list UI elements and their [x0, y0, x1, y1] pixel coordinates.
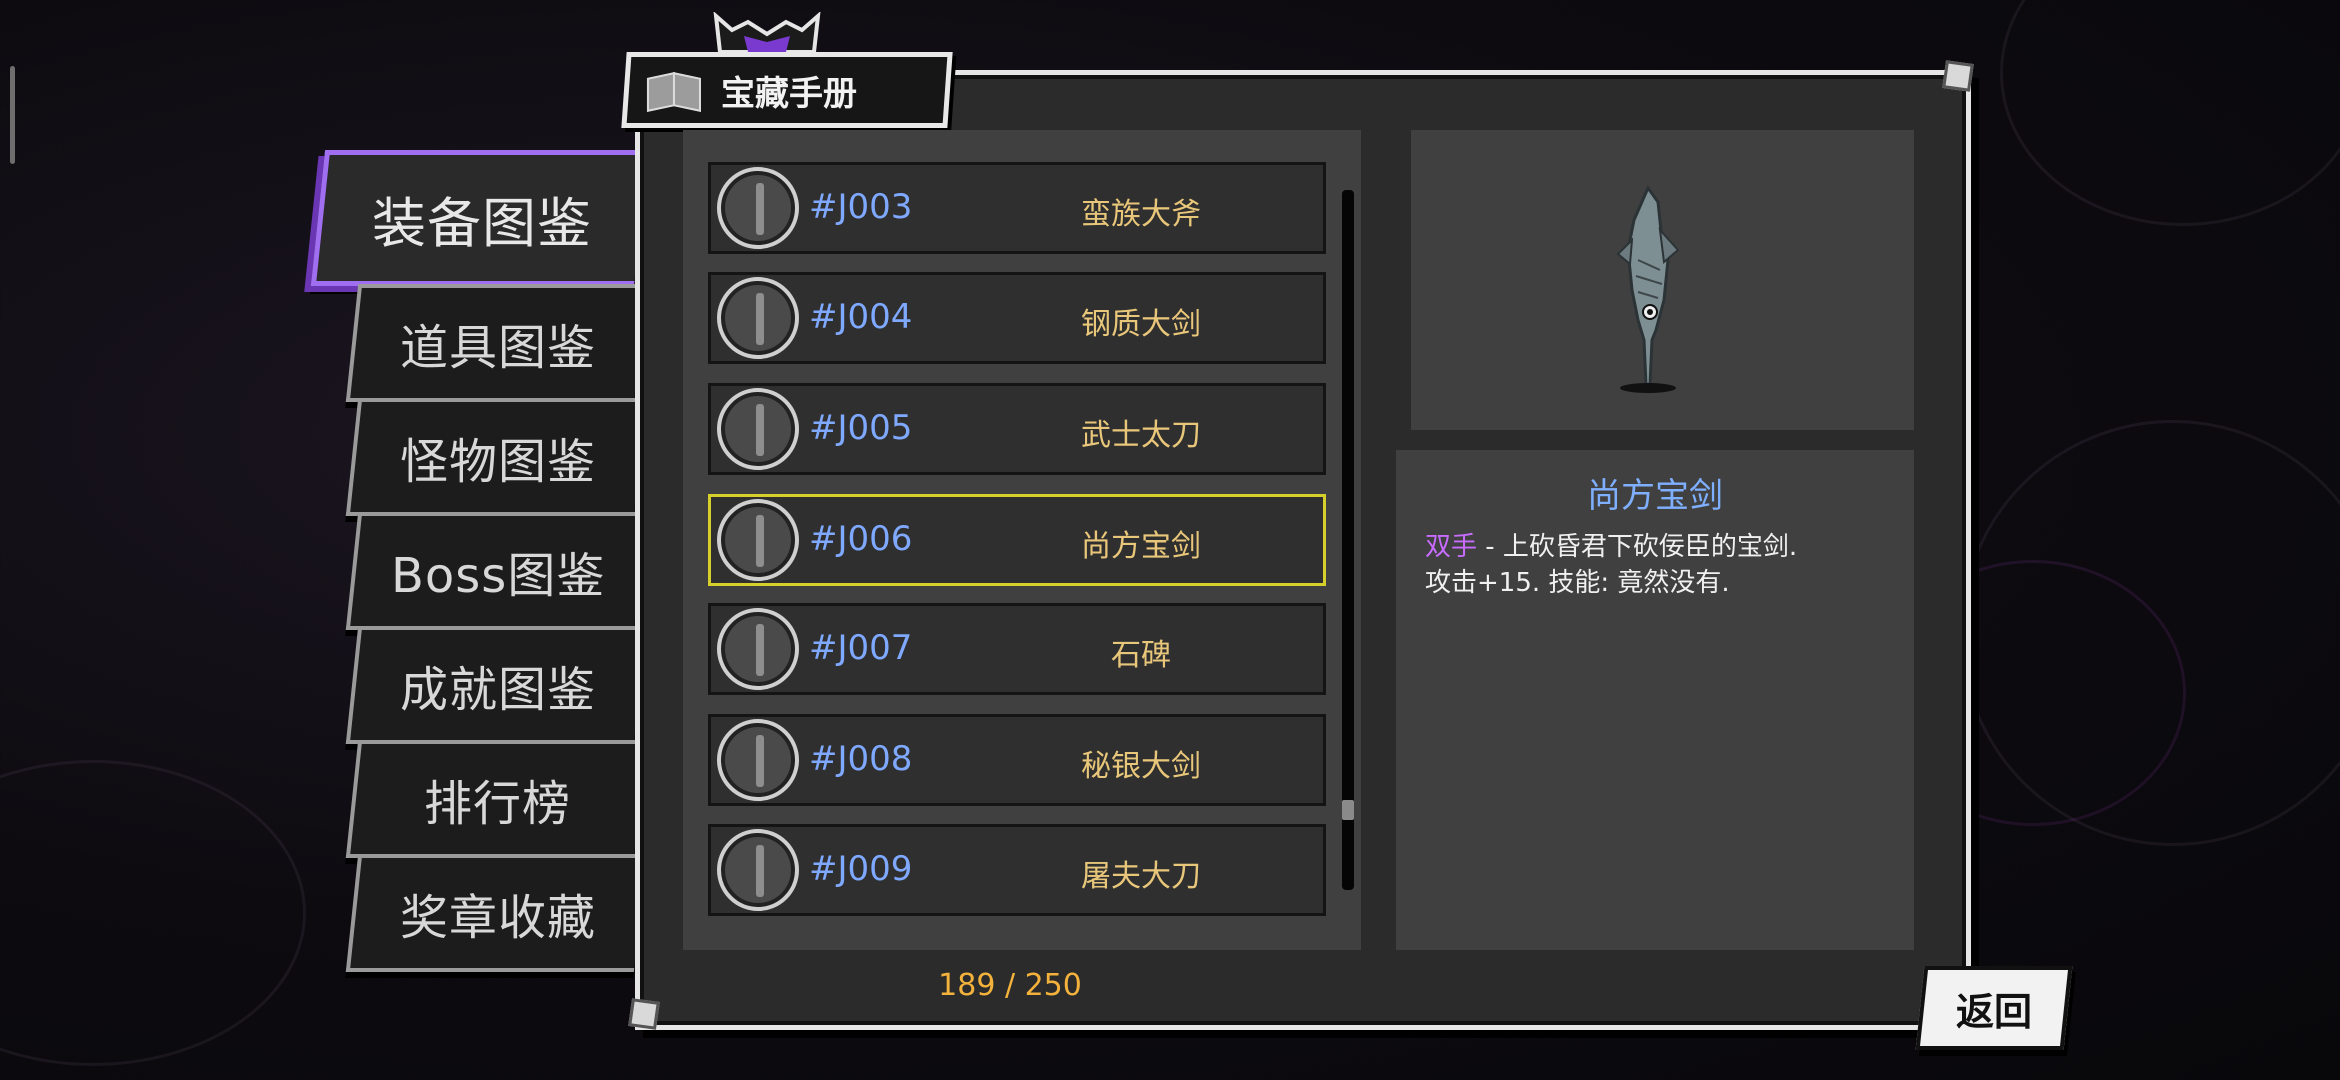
- tab-item-codex[interactable]: 道具图鉴: [345, 284, 647, 402]
- list-item-selected[interactable]: #J006 尚方宝剑: [708, 494, 1326, 586]
- sword-icon: [717, 719, 799, 801]
- list-item[interactable]: #J008 秘银大剑: [708, 714, 1326, 806]
- panel-title: 宝藏手册: [721, 73, 857, 114]
- list-scrollbar[interactable]: [1342, 190, 1354, 890]
- item-title: 尚方宝剑: [1587, 476, 1723, 516]
- title-tab: 宝藏手册: [621, 52, 953, 128]
- collection-counter: 189 / 250: [938, 968, 1082, 1003]
- item-description-line-2: 攻击+15. 技能: 竟然没有.: [1425, 568, 1730, 598]
- list-item[interactable]: #J005 武士太刀: [708, 383, 1326, 475]
- tab-achievement-codex[interactable]: 成就图鉴: [345, 626, 647, 744]
- tab-medal-collection[interactable]: 奖章收藏: [345, 854, 647, 972]
- fish-sword-icon: [717, 499, 799, 581]
- katana-icon: [717, 388, 799, 470]
- stone-tablet-icon: [717, 608, 799, 690]
- cleaver-icon: [717, 829, 799, 911]
- fish-sword-icon: [1616, 184, 1680, 393]
- tab-equipment-codex[interactable]: 装备图鉴: [310, 150, 649, 286]
- list-item[interactable]: #J009 屠夫大刀: [708, 824, 1326, 916]
- list-item[interactable]: #J003 蛮族大斧: [708, 162, 1326, 254]
- list-item[interactable]: #J004 钢质大剑: [708, 272, 1326, 364]
- item-description-line-1: 双手 - 上砍昏君下砍佞臣的宝剑.: [1425, 532, 1798, 562]
- axe-icon: [717, 167, 799, 249]
- list-item[interactable]: #J007 石碑: [708, 603, 1326, 695]
- tab-monster-codex[interactable]: 怪物图鉴: [345, 398, 647, 516]
- corner-rivet: [628, 998, 660, 1030]
- tab-leaderboard[interactable]: 排行榜: [345, 740, 647, 858]
- item-description-panel: [1396, 450, 1914, 950]
- sword-icon: [717, 277, 799, 359]
- two-handed-tag: 双手: [1425, 532, 1478, 562]
- edge-handle: [10, 66, 15, 164]
- scrollbar-thumb[interactable]: [1342, 800, 1354, 820]
- corner-rivet: [1942, 60, 1974, 92]
- book-icon: [647, 70, 701, 110]
- back-button[interactable]: 返回: [1915, 966, 2073, 1050]
- tab-boss-codex[interactable]: Boss图鉴: [345, 512, 647, 630]
